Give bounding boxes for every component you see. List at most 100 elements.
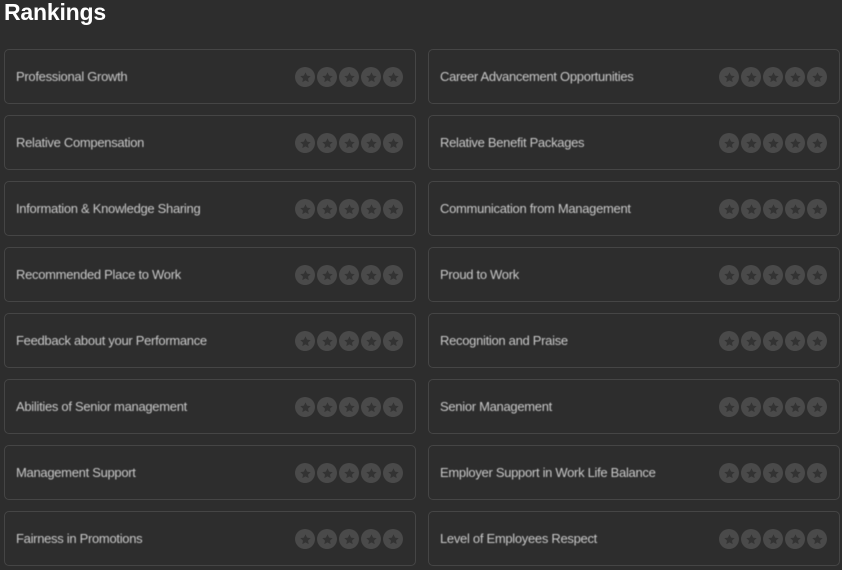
star-rating[interactable] [719,199,827,219]
star-3-button[interactable] [339,67,359,87]
star-5-button[interactable] [383,199,403,219]
star-2-button[interactable] [741,67,761,87]
star-5-button[interactable] [807,199,827,219]
star-rating[interactable] [295,265,403,285]
ranking-label: Communication from Management [440,201,631,216]
star-rating[interactable] [295,199,403,219]
star-2-button[interactable] [741,331,761,351]
star-4-button[interactable] [785,529,805,549]
star-5-button[interactable] [383,463,403,483]
star-1-button[interactable] [719,463,739,483]
star-rating[interactable] [295,529,403,549]
star-2-button[interactable] [317,265,337,285]
star-5-button[interactable] [807,133,827,153]
star-5-button[interactable] [807,331,827,351]
star-3-button[interactable] [339,463,359,483]
star-4-button[interactable] [785,331,805,351]
star-4-button[interactable] [361,265,381,285]
star-4-button[interactable] [785,67,805,87]
star-rating[interactable] [719,331,827,351]
star-rating[interactable] [719,397,827,417]
star-rating[interactable] [719,133,827,153]
star-rating[interactable] [295,133,403,153]
star-2-button[interactable] [741,529,761,549]
star-2-button[interactable] [317,331,337,351]
star-4-button[interactable] [361,529,381,549]
star-rating[interactable] [295,463,403,483]
star-5-button[interactable] [383,67,403,87]
star-4-button[interactable] [361,133,381,153]
star-3-button[interactable] [339,199,359,219]
star-1-button[interactable] [719,265,739,285]
star-2-button[interactable] [741,397,761,417]
star-4-button[interactable] [361,397,381,417]
star-2-button[interactable] [741,133,761,153]
star-1-button[interactable] [719,331,739,351]
star-rating[interactable] [295,331,403,351]
star-3-button[interactable] [763,331,783,351]
star-4-button[interactable] [785,463,805,483]
star-5-button[interactable] [807,67,827,87]
star-3-button[interactable] [339,133,359,153]
star-3-button[interactable] [763,265,783,285]
star-3-button[interactable] [763,463,783,483]
star-1-button[interactable] [295,199,315,219]
star-5-button[interactable] [807,463,827,483]
star-5-button[interactable] [807,265,827,285]
star-3-button[interactable] [763,67,783,87]
star-2-button[interactable] [317,463,337,483]
star-2-button[interactable] [317,529,337,549]
star-4-button[interactable] [785,133,805,153]
star-1-button[interactable] [295,133,315,153]
star-3-button[interactable] [763,529,783,549]
star-2-button[interactable] [317,133,337,153]
star-1-button[interactable] [295,265,315,285]
star-3-button[interactable] [339,265,359,285]
star-3-button[interactable] [339,331,359,351]
star-3-button[interactable] [339,397,359,417]
star-5-button[interactable] [383,265,403,285]
star-rating[interactable] [719,529,827,549]
star-1-button[interactable] [719,67,739,87]
star-rating[interactable] [295,397,403,417]
star-1-button[interactable] [719,133,739,153]
star-icon [321,71,333,82]
star-1-button[interactable] [295,331,315,351]
star-4-button[interactable] [785,397,805,417]
star-4-button[interactable] [361,463,381,483]
star-1-button[interactable] [295,67,315,87]
star-icon [745,203,757,214]
star-3-button[interactable] [339,529,359,549]
star-4-button[interactable] [361,67,381,87]
star-rating[interactable] [295,67,403,87]
star-2-button[interactable] [741,463,761,483]
star-4-button[interactable] [361,199,381,219]
star-2-button[interactable] [317,199,337,219]
star-1-button[interactable] [295,529,315,549]
star-1-button[interactable] [719,199,739,219]
star-3-button[interactable] [763,133,783,153]
star-5-button[interactable] [807,397,827,417]
star-3-button[interactable] [763,199,783,219]
star-rating[interactable] [719,67,827,87]
star-2-button[interactable] [741,265,761,285]
star-2-button[interactable] [317,397,337,417]
star-5-button[interactable] [383,331,403,351]
star-1-button[interactable] [295,397,315,417]
star-5-button[interactable] [383,529,403,549]
star-5-button[interactable] [807,529,827,549]
star-1-button[interactable] [295,463,315,483]
star-1-button[interactable] [719,529,739,549]
star-5-button[interactable] [383,133,403,153]
star-icon [365,335,377,346]
star-4-button[interactable] [361,331,381,351]
star-5-button[interactable] [383,397,403,417]
star-2-button[interactable] [317,67,337,87]
star-1-button[interactable] [719,397,739,417]
star-rating[interactable] [719,463,827,483]
star-4-button[interactable] [785,265,805,285]
star-2-button[interactable] [741,199,761,219]
star-rating[interactable] [719,265,827,285]
star-4-button[interactable] [785,199,805,219]
star-3-button[interactable] [763,397,783,417]
